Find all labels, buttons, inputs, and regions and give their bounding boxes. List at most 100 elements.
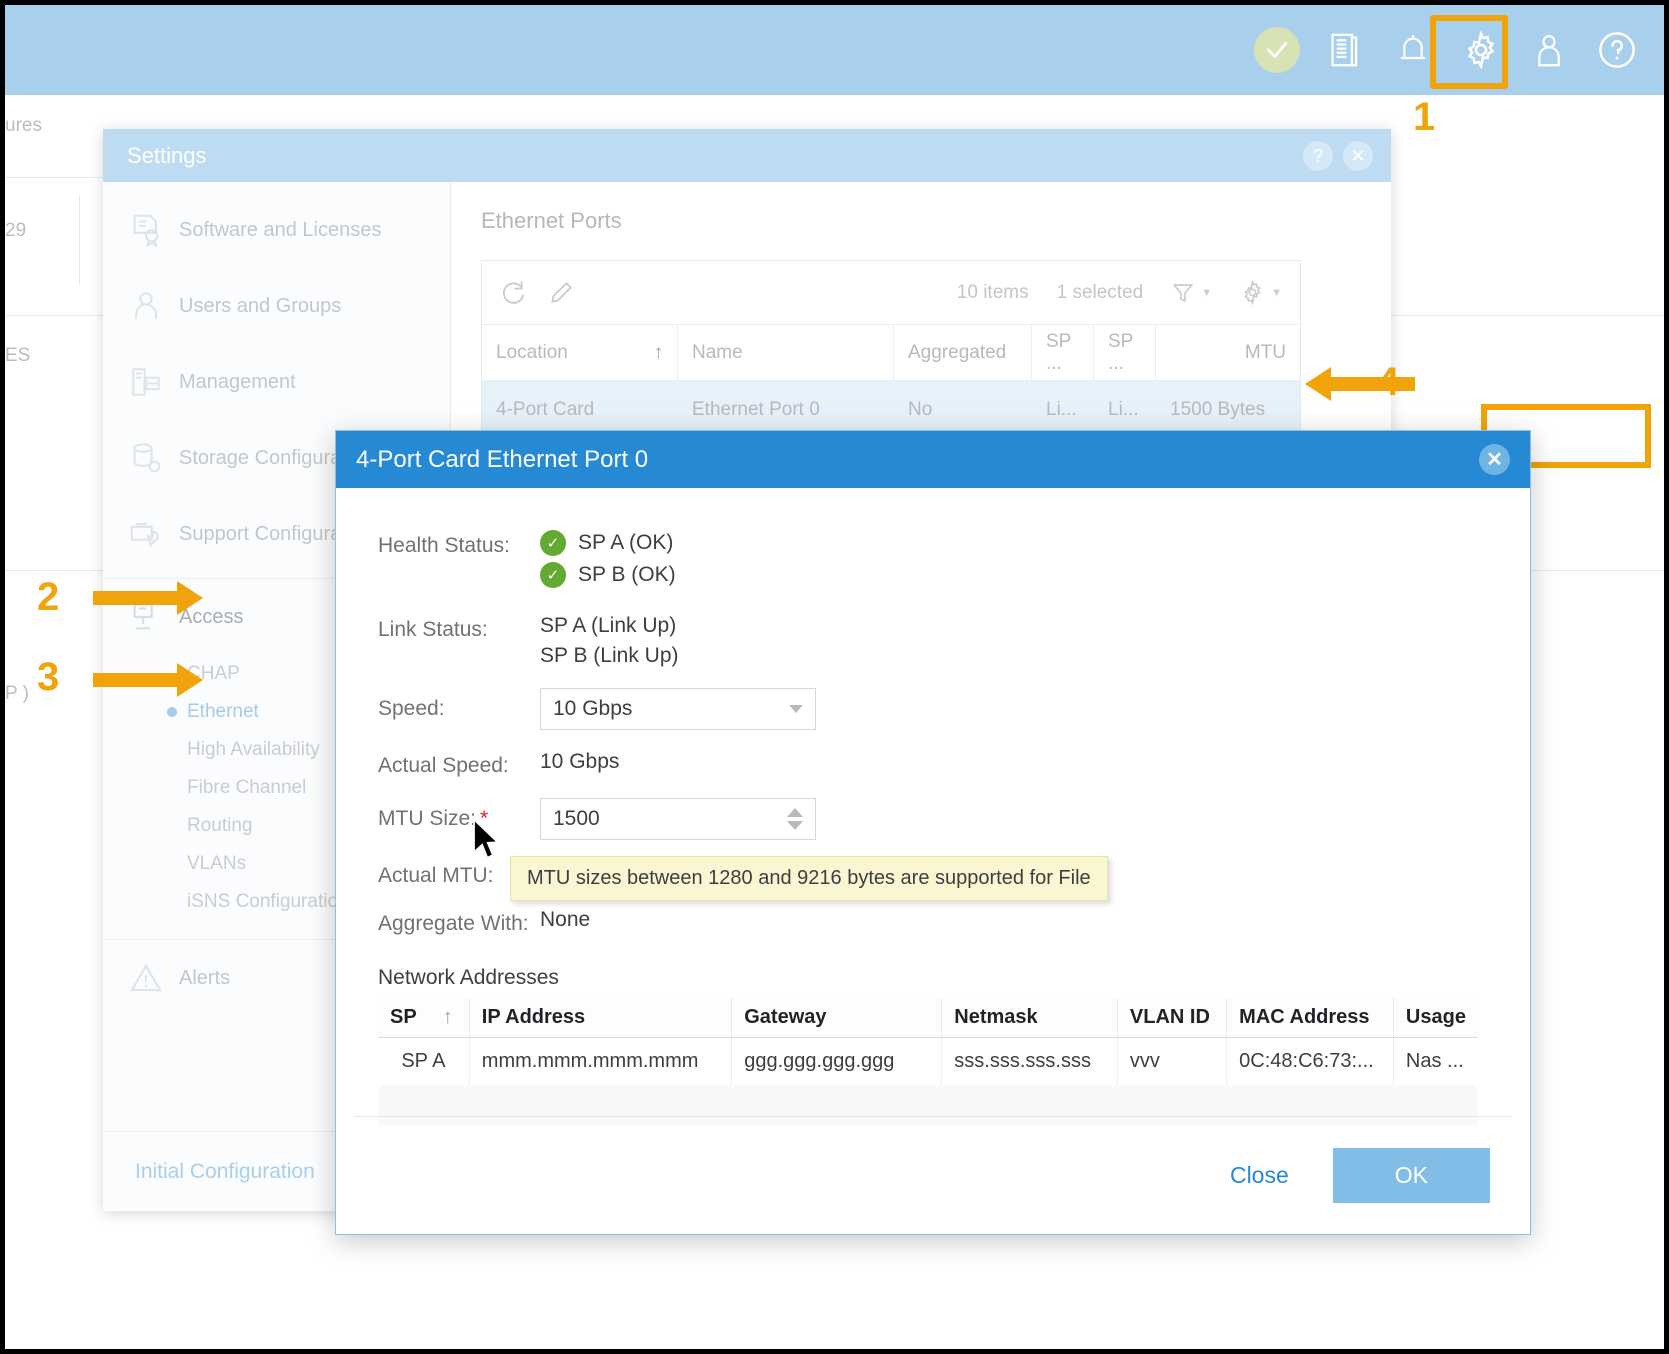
dialog-title-bar: 4-Port Card Ethernet Port 0 ✕ [336, 431, 1530, 488]
table-row[interactable]: SP A mmm.mmm.mmm.mmm ggg.ggg.ggg.ggg sss… [378, 1037, 1478, 1085]
na-cell-netmask: sss.sss.sss.sss [941, 1037, 1118, 1085]
column-header-aggregated[interactable]: Aggregated [894, 325, 1032, 380]
sidebar-item-management[interactable]: Management [103, 344, 450, 420]
callout-number-2: 2 [37, 575, 60, 619]
item-count-label: 10 items [956, 281, 1029, 303]
na-column-header-vlan-id[interactable]: VLAN ID [1117, 998, 1228, 1038]
bg-divider-4 [1391, 315, 1664, 316]
bg-divider-3 [5, 570, 103, 571]
dialog-footer: Close OK [354, 1116, 1512, 1234]
sidebar-label: Management [179, 370, 296, 393]
bg-number-text: 29 [5, 220, 27, 241]
sort-ascending-icon: ↑ [653, 341, 664, 363]
mouse-cursor-icon [472, 817, 502, 865]
ok-button[interactable]: OK [1332, 1148, 1490, 1203]
column-label: Name [692, 341, 743, 363]
filter-caret-icon[interactable]: ▼ [1201, 287, 1212, 299]
bg-features-text: ures [5, 115, 42, 136]
help-icon[interactable] [1594, 27, 1640, 73]
active-dot-icon [167, 707, 177, 717]
settings-gear-icon[interactable] [1458, 27, 1504, 73]
health-status-row: Health Status: ✓ SP A (OK) ✓ SP B (OK) [378, 530, 1484, 594]
status-ok-icon: ✓ [540, 562, 566, 588]
column-header-location[interactable]: Location ↑ [482, 325, 678, 380]
speed-label: Speed: [378, 697, 445, 720]
jobs-icon[interactable] [1322, 27, 1368, 73]
settings-window-actions: ? ✕ [1303, 141, 1373, 171]
stepper-arrows[interactable] [787, 808, 803, 830]
aggregate-with-label: Aggregate With: [378, 912, 529, 935]
grid-settings-caret-icon[interactable]: ▼ [1271, 287, 1282, 299]
alerts-bell-icon[interactable] [1390, 27, 1436, 73]
status-ok-icon: ✓ [540, 530, 566, 556]
sidebar-item-users-and-groups[interactable]: Users and Groups [103, 268, 450, 344]
user-account-icon[interactable] [1526, 27, 1572, 73]
health-status-text: SP B (OK) [578, 563, 676, 586]
support-icon [129, 517, 163, 551]
stepper-up-icon[interactable] [787, 808, 803, 817]
column-header-name[interactable]: Name [678, 325, 894, 380]
actual-speed-row: Actual Speed: 10 Gbps [378, 750, 1484, 778]
close-button[interactable]: Close [1204, 1152, 1315, 1199]
port-details-dialog: 4-Port Card Ethernet Port 0 ✕ Health Sta… [335, 430, 1531, 1235]
dialog-title: 4-Port Card Ethernet Port 0 [356, 446, 649, 473]
grid-settings-icon[interactable]: ▼ [1240, 280, 1282, 305]
na-cell-usage: Nas ... [1405, 1050, 1464, 1072]
mtu-size-label-text: MTU Size: [378, 807, 477, 830]
na-cell-gateway: ggg.ggg.ggg.ggg [731, 1037, 943, 1085]
na-column-header-ip-address[interactable]: IP Address [469, 998, 733, 1038]
mtu-size-row: MTU Size: * 1500 [378, 798, 1484, 840]
dialog-close-icon[interactable]: ✕ [1479, 444, 1510, 475]
na-column-header-sp[interactable]: SP ↑ [378, 998, 470, 1038]
screenshot-root: ures 29 ES P ) Settings ? ✕ Software and… [0, 0, 1669, 1354]
link-status-label: Link Status: [378, 618, 488, 641]
na-column-header-netmask[interactable]: Netmask [941, 998, 1118, 1038]
column-header-sp-b[interactable]: SP ... [1094, 325, 1156, 380]
column-header-mtu[interactable]: MTU [1156, 325, 1300, 380]
header-icon-group [1254, 5, 1640, 95]
sidebar-sublabel: Fibre Channel [187, 777, 307, 798]
callout-number-4: 4 [1377, 360, 1400, 404]
bg-es-text: ES [5, 345, 31, 366]
sidebar-label: Users and Groups [179, 294, 342, 317]
mtu-size-label: MTU Size: * [378, 807, 540, 831]
sidebar-item-software-and-licenses[interactable]: Software and Licenses [103, 192, 450, 268]
mtu-tooltip: MTU sizes between 1280 and 9216 bytes ar… [510, 856, 1108, 901]
settings-help-icon[interactable]: ? [1303, 141, 1333, 171]
na-cell-ip: mmm.mmm.mmm.mmm [469, 1037, 733, 1085]
app-header [5, 5, 1664, 95]
initial-configuration-link[interactable]: Initial Configuration [135, 1160, 315, 1184]
sidebar-sublabel: VLANs [187, 853, 247, 874]
link-status-text: SP A (Link Up) [540, 614, 677, 637]
settings-close-icon[interactable]: ✕ [1343, 141, 1373, 171]
mtu-size-stepper[interactable]: 1500 [540, 798, 816, 840]
na-column-header-gateway[interactable]: Gateway [731, 998, 943, 1038]
na-column-header-usage[interactable]: Usage [1393, 998, 1478, 1038]
callout-arrow-3 [93, 659, 203, 706]
sidebar-sublabel: High Availability [187, 739, 320, 760]
callout-number-3: 3 [37, 655, 60, 699]
column-label: MTU [1244, 341, 1286, 363]
actual-speed-value: 10 Gbps [540, 750, 620, 773]
filter-icon[interactable]: ▼ [1171, 281, 1212, 305]
callout-arrow-2 [93, 577, 203, 624]
bg-paren-text: P ) [5, 683, 29, 704]
speed-select[interactable]: 10 Gbps [540, 688, 816, 730]
link-status-values: SP A (Link Up) SP B (Link Up) [540, 614, 679, 668]
edit-pencil-icon[interactable] [548, 280, 574, 306]
column-header-sp-a[interactable]: SP ... [1032, 325, 1094, 380]
health-status-label: Health Status: [378, 534, 510, 557]
link-status-text: SP B (Link Up) [540, 644, 679, 667]
na-column-header-mac-address[interactable]: MAC Address [1226, 998, 1394, 1038]
health-check-icon[interactable] [1254, 27, 1300, 73]
sort-ascending-icon: ↑ [442, 1006, 453, 1028]
health-status-text: SP A (OK) [578, 531, 674, 554]
settings-title-bar: Settings ? ✕ [103, 129, 1391, 182]
column-label: SP ... [1108, 330, 1134, 374]
refresh-icon[interactable] [500, 280, 526, 306]
column-label: Location [496, 341, 568, 363]
stepper-down-icon[interactable] [787, 821, 803, 830]
column-label: SP ... [1046, 330, 1072, 374]
user-icon [129, 289, 163, 323]
na-header-row: SP ↑ IP Address Gateway Netmask VLAN ID M… [378, 998, 1478, 1038]
